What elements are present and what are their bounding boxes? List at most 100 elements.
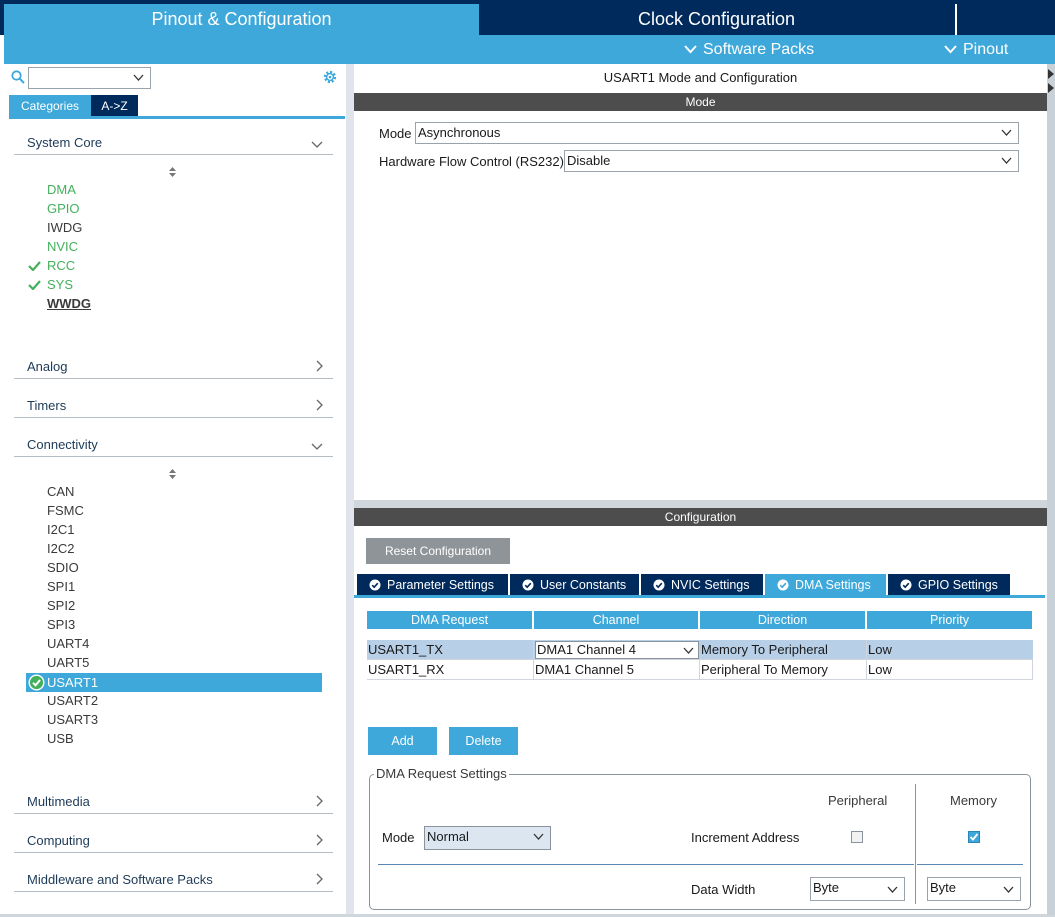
pinout-label: Pinout	[963, 40, 1009, 58]
tab-user-constants[interactable]: User Constants	[510, 574, 639, 595]
check-circle-icon	[28, 674, 45, 691]
peripheral-item-sdio[interactable]: SDIO	[47, 558, 79, 577]
chevron-right-icon	[316, 399, 323, 411]
peripheral-item-iwdg[interactable]: IWDG	[47, 218, 82, 237]
top-tab-bar: Pinout & Configuration Clock Configurati…	[0, 0, 1055, 35]
tab-parameter-settings[interactable]: Parameter Settings	[357, 574, 508, 595]
category-label: Multimedia	[27, 794, 90, 809]
memory-data-width-dropdown[interactable]: Byte	[927, 877, 1021, 901]
peripheral-item-rcc[interactable]: RCC	[47, 256, 75, 275]
peripheral-item-usart1[interactable]: USART1	[26, 673, 322, 692]
chevron-down-icon	[1001, 129, 1012, 136]
column-header-dma-request[interactable]: DMA Request	[367, 611, 532, 629]
peripheral-item-uart4[interactable]: UART4	[47, 634, 89, 653]
mode-dropdown[interactable]: Asynchronous	[415, 122, 1019, 144]
dma-mode-dropdown[interactable]: Normal	[424, 826, 551, 850]
divider	[915, 784, 916, 904]
tab-dma-settings[interactable]: DMA Settings	[765, 574, 886, 595]
flow-control-label: Hardware Flow Control (RS232)	[379, 154, 564, 169]
peripheral-item-fsmc[interactable]: FSMC	[47, 501, 84, 520]
check-icon	[28, 261, 41, 271]
mode-label: Mode	[379, 126, 412, 141]
sort-icon[interactable]	[168, 468, 177, 480]
category-label: Middleware and Software Packs	[27, 872, 213, 887]
reset-configuration-button[interactable]: Reset Configuration	[366, 538, 510, 564]
peripheral-item-gpio[interactable]: GPIO	[47, 199, 80, 218]
tab-pinout-configuration[interactable]: Pinout & Configuration	[4, 4, 479, 35]
category-middleware[interactable]: Middleware and Software Packs	[14, 866, 333, 892]
peripheral-item-i2c2[interactable]: I2C2	[47, 539, 74, 558]
column-header-priority[interactable]: Priority	[867, 611, 1032, 629]
table-row[interactable]: USART1_TX DMA1 Channel 4 Memory To Perip…	[367, 640, 1033, 660]
search-icon[interactable]	[11, 70, 25, 84]
software-packs-menu[interactable]: Software Packs	[684, 35, 814, 64]
add-button[interactable]: Add	[368, 727, 437, 755]
peripheral-item-can[interactable]: CAN	[47, 482, 74, 501]
divider	[917, 864, 1023, 865]
category-connectivity[interactable]: Connectivity	[14, 431, 333, 457]
panel-title: USART1 Mode and Configuration	[603, 70, 798, 85]
peripheral-item-usart3[interactable]: USART3	[47, 710, 98, 729]
peripheral-item-dma[interactable]: DMA	[47, 180, 76, 199]
divider	[378, 864, 914, 865]
peripheral-item-i2c1[interactable]: I2C1	[47, 520, 74, 539]
section-splitter[interactable]	[354, 500, 1047, 508]
panel-splitter[interactable]	[346, 64, 354, 915]
pinout-menu[interactable]: Pinout	[944, 35, 1008, 64]
chevron-down-icon	[683, 647, 694, 654]
chevron-down-icon	[944, 45, 957, 54]
dma-mode-label: Mode	[382, 830, 415, 845]
cell-priority: Low	[868, 642, 892, 657]
peripheral-item-spi3[interactable]: SPI3	[47, 615, 75, 634]
collapse-handle-icon[interactable]	[1047, 66, 1055, 96]
tab-nvic-settings[interactable]: NVIC Settings	[641, 574, 763, 595]
peripheral-item-spi2[interactable]: SPI2	[47, 596, 75, 615]
tab-clock-configuration[interactable]: Clock Configuration	[481, 4, 952, 35]
memory-column-label: Memory	[950, 793, 997, 808]
delete-button[interactable]: Delete	[449, 727, 518, 755]
peripheral-item-uart5[interactable]: UART5	[47, 653, 89, 672]
category-label: System Core	[27, 135, 103, 150]
category-multimedia[interactable]: Multimedia	[14, 788, 333, 814]
peripheral-label: USART1	[47, 675, 99, 690]
peripheral-item-sys[interactable]: SYS	[47, 275, 73, 294]
channel-dropdown[interactable]: DMA1 Channel 4	[535, 641, 699, 659]
peripheral-item-spi1[interactable]: SPI1	[47, 577, 75, 596]
flow-control-dropdown[interactable]: Disable	[564, 150, 1019, 172]
configuration-section-header: Configuration	[354, 508, 1047, 526]
category-system-core[interactable]: System Core	[14, 129, 333, 155]
chevron-down-icon	[133, 74, 144, 81]
category-timers[interactable]: Timers	[14, 392, 333, 418]
check-circle-icon	[900, 579, 912, 590]
chevron-down-icon	[887, 886, 898, 893]
check-icon	[28, 280, 41, 290]
tab-gpio-settings[interactable]: GPIO Settings	[888, 574, 1010, 595]
sort-icon[interactable]	[168, 166, 177, 178]
tab-categories[interactable]: Categories	[9, 95, 91, 116]
category-analog[interactable]: Analog	[14, 353, 333, 379]
memory-data-width-value: Byte	[930, 880, 957, 895]
chevron-down-icon	[684, 45, 697, 54]
peripheral-data-width-dropdown[interactable]: Byte	[810, 877, 905, 901]
chevron-right-icon	[316, 795, 323, 807]
tab-label: DMA Settings	[795, 577, 871, 592]
tab-label: GPIO Settings	[918, 577, 998, 592]
tab-more[interactable]	[955, 4, 1055, 35]
search-input[interactable]	[28, 67, 151, 89]
column-header-channel[interactable]: Channel	[534, 611, 698, 629]
peripheral-increment-checkbox[interactable]	[851, 831, 863, 843]
memory-increment-checkbox[interactable]	[968, 831, 980, 843]
category-computing[interactable]: Computing	[14, 827, 333, 853]
chevron-down-icon	[311, 443, 323, 450]
column-header-direction[interactable]: Direction	[700, 611, 865, 629]
check-circle-icon	[653, 579, 665, 590]
peripheral-item-wwdg[interactable]: WWDG	[47, 294, 91, 313]
peripheral-item-nvic[interactable]: NVIC	[47, 237, 78, 256]
cell-channel: DMA1 Channel 4	[537, 642, 636, 657]
peripheral-item-usart2[interactable]: USART2	[47, 691, 98, 710]
peripheral-item-usb[interactable]: USB	[47, 729, 74, 748]
table-row[interactable]: USART1_RX DMA1 Channel 5 Peripheral To M…	[367, 660, 1033, 680]
tab-a-to-z[interactable]: A->Z	[91, 95, 138, 116]
check-circle-icon	[522, 579, 534, 590]
gear-icon[interactable]	[322, 69, 338, 85]
